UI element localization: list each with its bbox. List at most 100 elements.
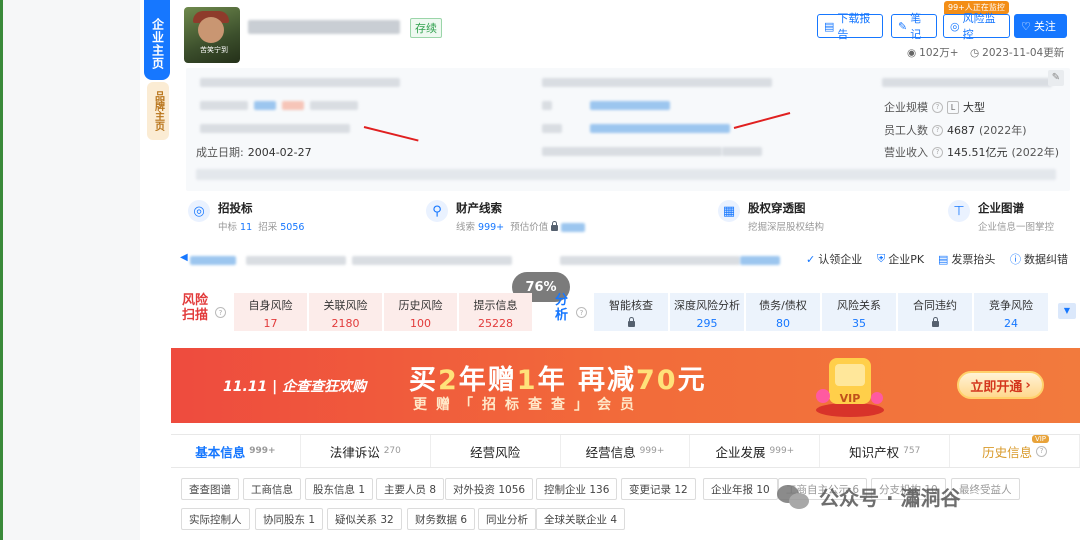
invoice-title-button[interactable]: ▤ 发票抬头 — [938, 251, 995, 267]
tab-development[interactable]: 企业发展 999+ — [690, 435, 821, 467]
risk-related[interactable]: 关联风险 2180 — [309, 293, 382, 331]
wechat-icon — [777, 483, 811, 511]
invoice-icon: ▤ — [938, 252, 949, 266]
risk-history[interactable]: 历史风险 100 — [384, 293, 457, 331]
chip[interactable]: 实际控制人 — [181, 508, 250, 530]
chip[interactable]: 同业分析 — [478, 508, 536, 530]
data-correction-button[interactable]: ⓘ 数据纠错 — [1010, 251, 1068, 267]
redacted-link — [590, 124, 730, 133]
chip[interactable]: 主要人员 8 — [376, 478, 445, 500]
chip[interactable]: 协同股东 1 — [255, 508, 324, 530]
tab-history[interactable]: 历史信息 ? VIP — [950, 435, 1080, 467]
main-tabs: 基本信息 999+ 法律诉讼 270 经营风险 经营信息 999+ 企业发展 999+ … — [171, 434, 1080, 468]
help-icon[interactable]: ? — [215, 307, 226, 318]
redacted-text — [246, 256, 346, 265]
shield-icon: ⛨ — [877, 252, 886, 265]
founded-date-label: 成立日期: — [196, 146, 244, 159]
risk-self[interactable]: 自身风险 17 — [234, 293, 307, 331]
chip[interactable]: 工商信息 — [243, 478, 301, 500]
claim-company-button[interactable]: ✓ 认领企业 — [806, 251, 862, 267]
radar-icon: ◎ — [950, 19, 960, 33]
tab-ip[interactable]: 知识产权 757 — [820, 435, 951, 467]
red-arrow-annotation — [363, 126, 419, 142]
analysis-competition[interactable]: 竞争风险 24 — [974, 293, 1048, 331]
redacted-address — [196, 169, 1056, 180]
redacted-text — [560, 256, 740, 265]
help-icon[interactable]: ? — [932, 124, 943, 136]
founded-date: 成立日期: 2004-02-27 — [196, 144, 312, 160]
analysis-risk-relation[interactable]: 风险关系 35 — [822, 293, 896, 331]
analysis-smart-check[interactable]: 智能核查 — [594, 293, 668, 331]
tab-basic-info[interactable]: 基本信息 999+ — [171, 435, 301, 467]
feature-sub: 线索 999+ 预估价值 — [456, 219, 586, 233]
risk-scan-row: 风险扫描 ? 自身风险 17 关联风险 2180 历史风险 100 提示信息 25228… — [182, 293, 1080, 331]
redacted-link — [254, 101, 276, 110]
download-report-button[interactable]: ▤ 下载报告 — [817, 12, 883, 41]
claim-label: 认领企业 — [818, 253, 863, 266]
redacted-text — [722, 147, 762, 156]
expand-icon[interactable]: ▼ — [1058, 303, 1076, 319]
analysis-debt[interactable]: 债务/债权 80 — [746, 293, 820, 331]
gift-label: VIP — [840, 392, 861, 405]
help-icon[interactable]: ? — [932, 146, 943, 158]
tab-litigation[interactable]: 法律诉讼 270 — [301, 435, 431, 467]
invoice-label: 发票抬头 — [951, 253, 996, 266]
tab-brand-home[interactable]: 品牌主页 — [147, 82, 169, 140]
red-arrow-annotation — [733, 112, 791, 129]
company-pk-button[interactable]: ⛨ 企业PK — [877, 251, 924, 267]
download-report-label: 下载报告 — [837, 12, 871, 41]
chip[interactable]: 查查图谱 — [181, 478, 239, 500]
redacted-link — [190, 256, 236, 265]
scroll-left-icon[interactable]: ◀ — [180, 252, 190, 264]
redacted-text — [352, 256, 512, 265]
redacted-text — [310, 101, 358, 110]
help-icon[interactable]: ? — [932, 101, 943, 113]
chip[interactable]: 对外投资 1056 — [445, 478, 534, 500]
chip[interactable]: 全球关联企业 4 — [536, 508, 626, 530]
company-scale-label: 企业规模 — [884, 101, 928, 114]
risk-monitor-button[interactable]: ◎ 风险监控 — [943, 12, 1010, 41]
watermark: 公众号 · 瀟洞谷 — [777, 482, 961, 511]
arrow-right-icon: › — [1025, 377, 1031, 393]
analysis-contract-breach[interactable]: 合同违约 — [898, 293, 972, 331]
tab-company-home[interactable]: 企业主页 — [144, 0, 170, 80]
chip[interactable]: 企业年报 10 — [703, 478, 778, 500]
risk-notice[interactable]: 提示信息 25228 — [459, 293, 532, 331]
company-scale-value: 大型 — [963, 101, 985, 114]
feature-sub: 挖掘深层股权结构 — [748, 222, 825, 233]
staff-count-value: 4687 — [947, 123, 975, 137]
edit-info-icon[interactable]: ✎ — [1048, 70, 1064, 86]
chip[interactable]: 最终受益人 — [951, 478, 1020, 500]
analysis-deep-risk[interactable]: 深度风险分析 295 — [670, 293, 744, 331]
notes-button[interactable]: ✎ 笔记 — [891, 12, 937, 41]
revenue-label: 营业收入 — [884, 146, 928, 159]
heart-icon: ♡ — [1021, 19, 1031, 33]
redacted-value — [561, 223, 586, 232]
feature-title: 股权穿透图 — [748, 201, 806, 215]
promo-banner[interactable]: 11.11 | 企查查狂欢购 买2年赠1年 再减70元 更赠「招标查查」会员 V… — [171, 348, 1080, 423]
chip[interactable]: 控制企业 136 — [536, 478, 618, 500]
correction-label: 数据纠错 — [1024, 253, 1068, 266]
feature-equity-chart[interactable]: ▦ 股权穿透图 挖掘深层股权结构 — [718, 200, 824, 233]
redacted-text — [882, 78, 1052, 87]
edit-icon: ✎ — [898, 19, 908, 33]
company-logo: 苦笑宁到 — [184, 7, 240, 63]
coins-icon: ⚲ — [426, 200, 448, 222]
staff-count: 员工人数 ? 4687 (2022年) — [884, 122, 1027, 138]
tab-business-info[interactable]: 经营信息 999+ — [561, 435, 691, 467]
feature-title: 财产线索 — [456, 201, 502, 215]
redacted-link — [740, 256, 780, 265]
chip[interactable]: 疑似关系 32 — [327, 508, 402, 530]
chip[interactable]: 股东信息 1 — [305, 478, 374, 500]
feature-asset-clues[interactable]: ⚲ 财产线索 线索 999+ 预估价值 — [426, 200, 586, 233]
feature-company-graph[interactable]: ⊤ 企业图谱 企业信息一图掌控 — [948, 200, 1054, 233]
vip-gift-icon: VIP — [816, 358, 884, 417]
founded-date-value: 2004-02-27 — [247, 145, 312, 159]
open-now-button[interactable]: 立即开通 › — [957, 371, 1044, 399]
feature-bidding[interactable]: ◎ 招投标 中标 11 招采 5056 — [188, 200, 304, 233]
chip[interactable]: 变更记录 12 — [621, 478, 696, 500]
tab-business-risk[interactable]: 经营风险 — [431, 435, 561, 467]
chip[interactable]: 财务数据 6 — [407, 508, 476, 530]
follow-button[interactable]: ♡ 关注 — [1014, 14, 1067, 38]
help-icon[interactable]: ? — [576, 307, 587, 318]
